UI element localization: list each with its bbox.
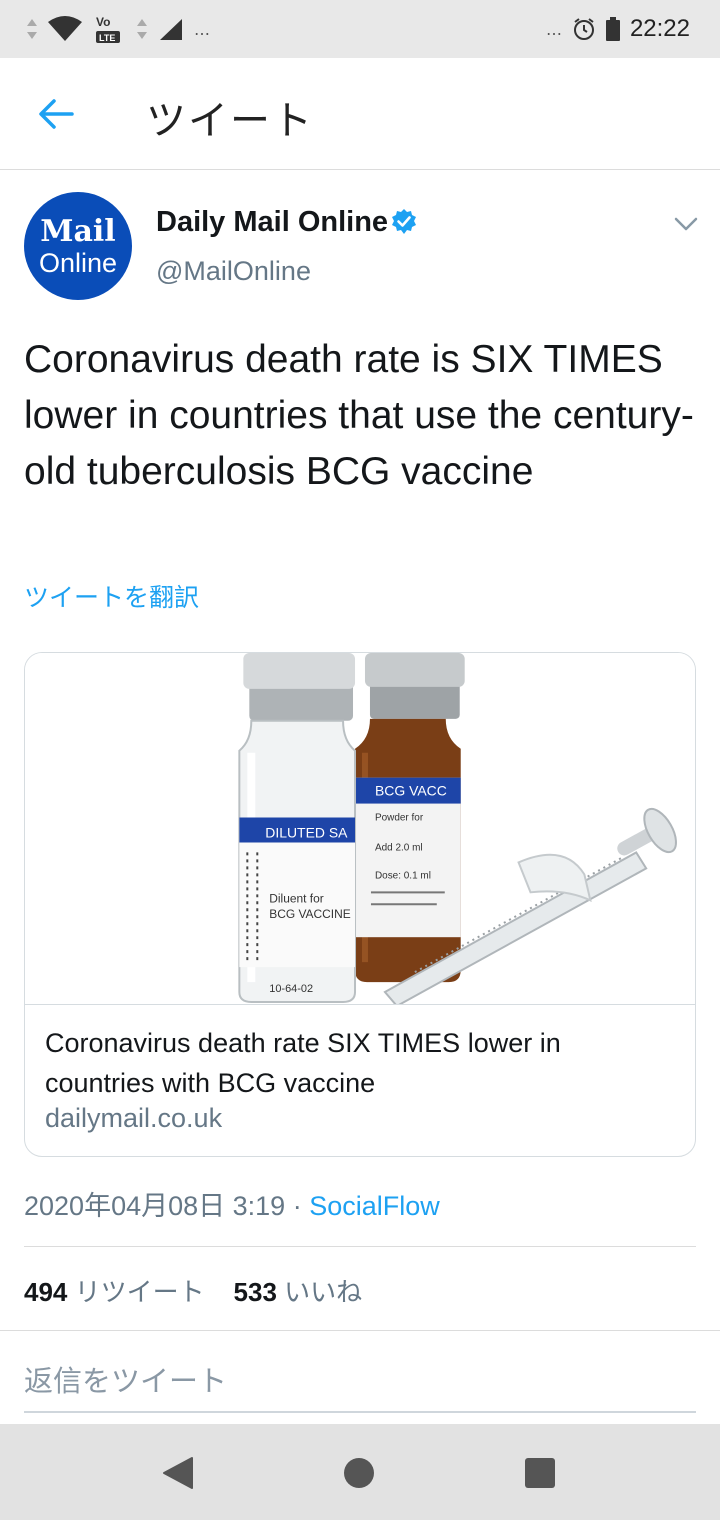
author-handle[interactable]: @MailOnline bbox=[156, 256, 311, 287]
divider bbox=[24, 1246, 696, 1247]
chevron-down-icon[interactable] bbox=[672, 210, 700, 238]
translate-tweet-link[interactable]: ツイートを翻訳 bbox=[24, 578, 199, 614]
svg-text:DILUTED SA: DILUTED SA bbox=[265, 824, 348, 840]
card-title: Coronavirus death rate SIX TIMES lower i… bbox=[45, 1028, 561, 1098]
tweet-timestamp: 2020年04月08日 3:19 bbox=[24, 1191, 286, 1221]
tweet-meta: 2020年04月08日 3:19 · SocialFlow bbox=[24, 1184, 440, 1223]
svg-text:Dose: 0.1 ml: Dose: 0.1 ml bbox=[375, 870, 431, 881]
avatar-logo-line2: Online bbox=[38, 248, 118, 278]
battery-icon bbox=[605, 17, 620, 41]
nav-back-icon[interactable] bbox=[162, 1456, 194, 1490]
volte-icon: Vo LTE bbox=[96, 15, 120, 43]
back-arrow-icon[interactable] bbox=[36, 94, 76, 134]
status-time: 22:22 bbox=[629, 15, 690, 42]
status-bar: Vo LTE … … 22:22 bbox=[0, 0, 720, 58]
alarm-icon bbox=[573, 18, 594, 40]
data-arrows-icon bbox=[137, 19, 147, 39]
status-overflow-right: … bbox=[545, 19, 562, 39]
svg-text:BCG VACCINE: BCG VACCINE bbox=[269, 907, 350, 921]
top-app-bar: ツイート bbox=[0, 58, 720, 170]
link-preview-card[interactable]: BCG VACC Powder for Add 2.0 ml Dose: 0.1… bbox=[24, 652, 696, 1157]
svg-text:10-64-02: 10-64-02 bbox=[269, 983, 313, 995]
reply-input[interactable]: 返信をツイート bbox=[24, 1358, 227, 1400]
status-overflow-left: … bbox=[194, 19, 210, 39]
reply-underline bbox=[24, 1411, 696, 1413]
page-title: ツイート bbox=[146, 98, 314, 144]
svg-text:Powder for: Powder for bbox=[375, 813, 424, 824]
svg-text:Add 2.0 ml: Add 2.0 ml bbox=[375, 842, 423, 853]
avatar[interactable]: Mail Online bbox=[24, 192, 132, 300]
avatar-logo-line1: Mail bbox=[40, 214, 116, 249]
svg-text:Diluent for: Diluent for bbox=[269, 891, 323, 905]
svg-text:BCG VACC: BCG VACC bbox=[375, 783, 447, 799]
author-name[interactable]: Daily Mail Online bbox=[156, 206, 388, 239]
status-icons-left: Vo LTE … bbox=[26, 12, 210, 46]
verified-badge-icon bbox=[392, 209, 416, 234]
divider bbox=[0, 1330, 720, 1331]
data-arrows-icon bbox=[27, 19, 37, 39]
wifi-icon bbox=[48, 16, 82, 41]
card-image: BCG VACC Powder for Add 2.0 ml Dose: 0.1… bbox=[25, 653, 695, 1005]
meta-separator: · bbox=[285, 1191, 310, 1221]
status-icons-right: … 22:22 bbox=[546, 15, 690, 43]
likes-count: 533 bbox=[233, 1277, 277, 1307]
retweets-label: リツイート bbox=[74, 1277, 205, 1307]
retweets-count: 494 bbox=[24, 1277, 68, 1307]
retweets-stat[interactable]: 494 リツイート bbox=[24, 1277, 205, 1307]
tweet-text: Coronavirus death rate is SIX TIMES lowe… bbox=[24, 338, 694, 493]
svg-text:Vo: Vo bbox=[96, 15, 110, 29]
likes-stat[interactable]: 533 いいね bbox=[234, 1277, 363, 1307]
likes-label: いいね bbox=[284, 1277, 363, 1307]
tweet-source-link[interactable]: SocialFlow bbox=[309, 1191, 440, 1221]
svg-text:LTE: LTE bbox=[99, 33, 115, 43]
tweet-stats: 494 リツイート 533 いいね bbox=[24, 1272, 362, 1309]
nav-home-icon[interactable] bbox=[344, 1458, 374, 1488]
card-domain: dailymail.co.uk bbox=[45, 1103, 223, 1133]
signal-icon bbox=[160, 19, 182, 40]
system-nav-bar bbox=[0, 1424, 720, 1520]
nav-recents-icon[interactable] bbox=[525, 1458, 555, 1488]
